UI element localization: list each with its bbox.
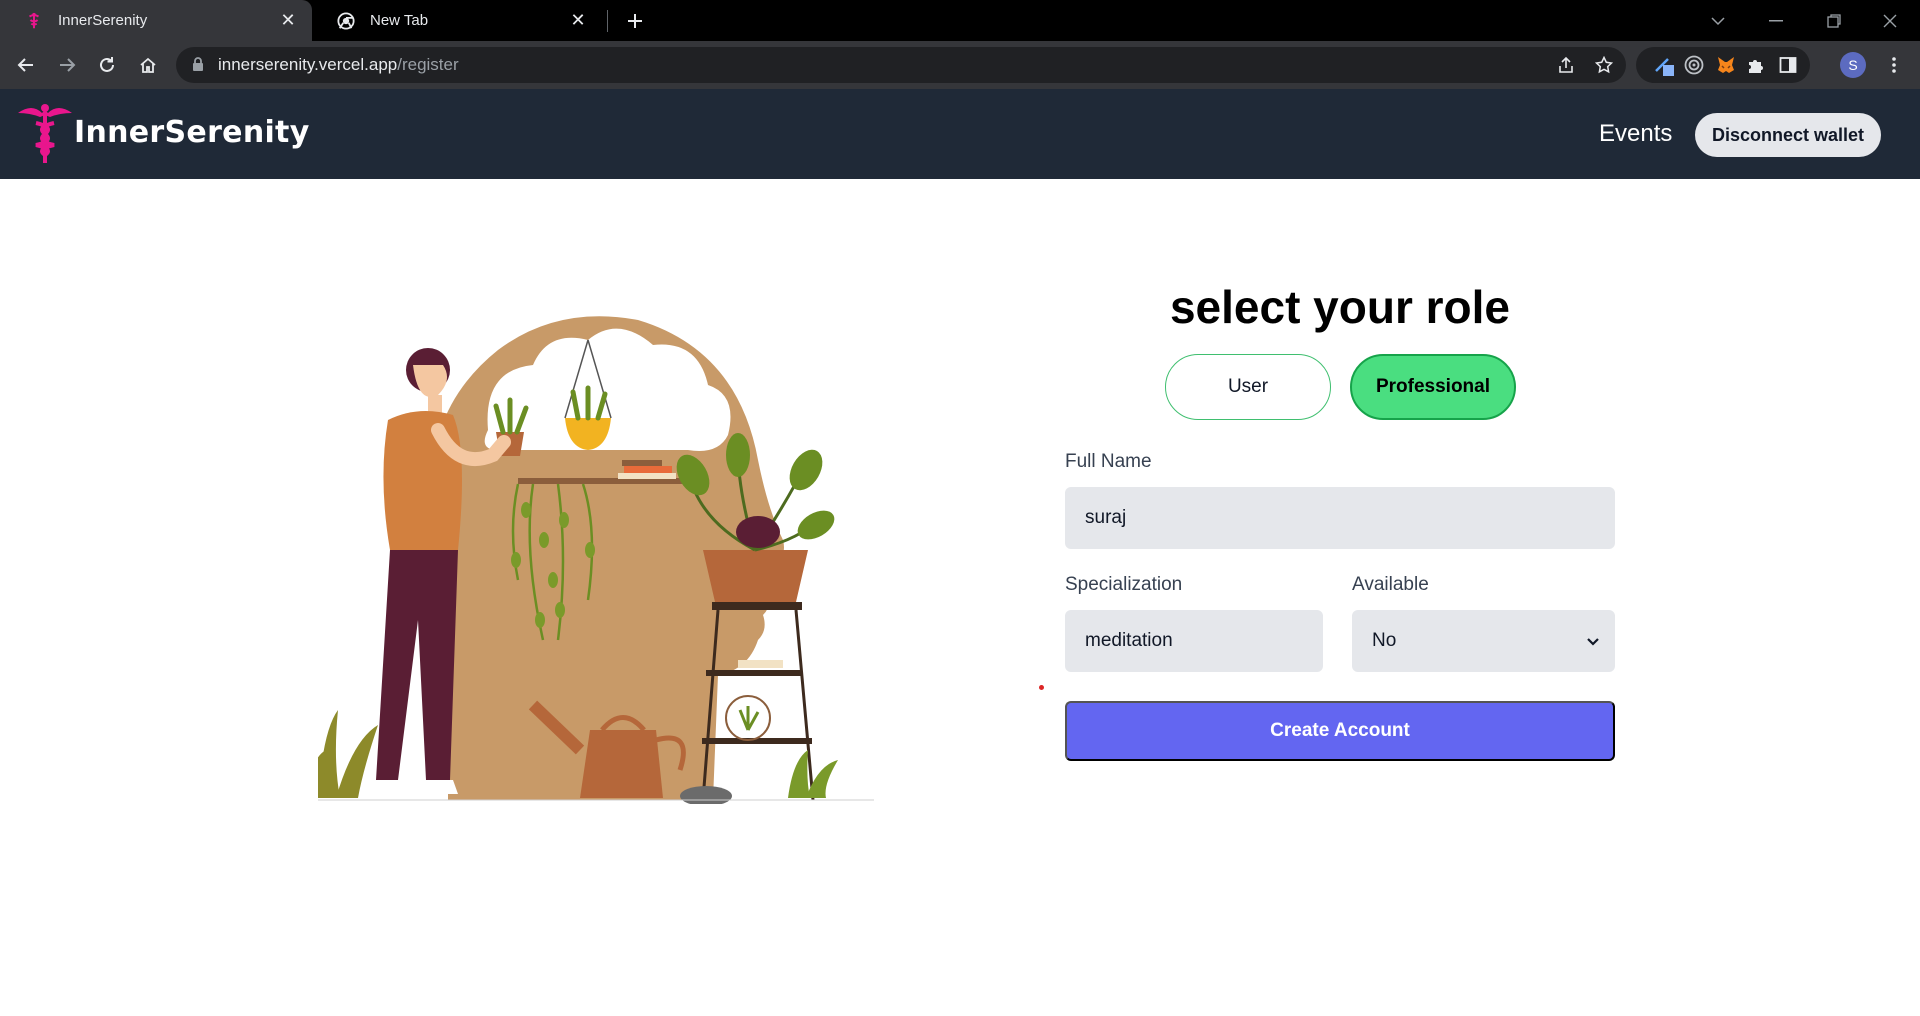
available-select[interactable]: No bbox=[1352, 610, 1615, 672]
full-name-input[interactable]: suraj bbox=[1065, 487, 1615, 549]
hero-illustration bbox=[311, 310, 874, 806]
close-tab-icon[interactable]: ✕ bbox=[276, 9, 300, 33]
new-tab-icon[interactable] bbox=[622, 8, 648, 34]
puzzle-extensions-icon[interactable] bbox=[1744, 53, 1768, 77]
create-account-button[interactable]: Create Account bbox=[1065, 701, 1615, 761]
kebab-menu-icon[interactable] bbox=[1880, 51, 1908, 79]
nav-events-link[interactable]: Events bbox=[1599, 120, 1672, 148]
tab-title: New Tab bbox=[370, 12, 429, 29]
disconnect-wallet-button[interactable]: Disconnect wallet bbox=[1695, 113, 1881, 157]
url-text[interactable]: innerserenity.vercel.app/register bbox=[218, 55, 459, 75]
forward-icon[interactable] bbox=[53, 51, 81, 79]
bookmark-star-icon[interactable] bbox=[1590, 53, 1618, 77]
profile-avatar[interactable]: S bbox=[1840, 52, 1866, 78]
tab-separator bbox=[607, 10, 608, 32]
minimize-icon[interactable] bbox=[1748, 0, 1804, 41]
extensions-area bbox=[1636, 47, 1810, 83]
tab-search-icon[interactable] bbox=[1690, 0, 1746, 41]
home-icon[interactable] bbox=[134, 51, 162, 79]
full-name-label: Full Name bbox=[1065, 451, 1152, 472]
caduceus-logo-icon[interactable] bbox=[14, 101, 76, 165]
back-icon[interactable] bbox=[12, 51, 40, 79]
tab-innerserenity[interactable]: InnerSerenity ✕ bbox=[0, 0, 312, 41]
side-panel-icon[interactable] bbox=[1776, 53, 1800, 77]
tab-new-tab[interactable]: New Tab ✕ bbox=[312, 0, 602, 41]
browser-toolbar: innerserenity.vercel.app/register S bbox=[0, 41, 1920, 89]
role-professional-button[interactable]: Professional bbox=[1350, 354, 1516, 420]
url-path: /register bbox=[397, 55, 459, 74]
site-navbar: InnerSerenity Events Disconnect wallet bbox=[0, 89, 1920, 179]
specialization-input[interactable]: meditation bbox=[1065, 610, 1323, 672]
chevron-down-icon bbox=[1587, 630, 1599, 652]
restore-icon[interactable] bbox=[1806, 0, 1862, 41]
cursor-dot bbox=[1039, 685, 1044, 690]
lock-icon[interactable] bbox=[192, 57, 204, 77]
page-title: select your role bbox=[1169, 281, 1511, 333]
specialization-label: Specialization bbox=[1065, 574, 1183, 595]
share-icon[interactable] bbox=[1552, 53, 1580, 77]
url-host: innerserenity.vercel.app bbox=[218, 55, 398, 74]
role-user-button[interactable]: User bbox=[1165, 354, 1331, 420]
brand-name[interactable]: InnerSerenity bbox=[74, 115, 310, 150]
translate-extension-icon[interactable] bbox=[1652, 53, 1676, 77]
tab-title: InnerSerenity bbox=[58, 12, 148, 29]
address-bar[interactable]: innerserenity.vercel.app/register bbox=[176, 47, 1626, 83]
reload-icon[interactable] bbox=[93, 51, 121, 79]
caduceus-favicon-icon bbox=[24, 11, 44, 31]
browser-tab-strip: InnerSerenity ✕ New Tab ✕ bbox=[0, 0, 1920, 41]
target-extension-icon[interactable] bbox=[1682, 53, 1706, 77]
metamask-fox-icon[interactable] bbox=[1714, 53, 1738, 77]
close-tab-icon[interactable]: ✕ bbox=[566, 9, 590, 33]
chrome-icon bbox=[336, 11, 356, 31]
available-label: Available bbox=[1352, 574, 1429, 595]
close-window-icon[interactable] bbox=[1862, 0, 1918, 41]
available-selected-value: No bbox=[1372, 630, 1397, 651]
